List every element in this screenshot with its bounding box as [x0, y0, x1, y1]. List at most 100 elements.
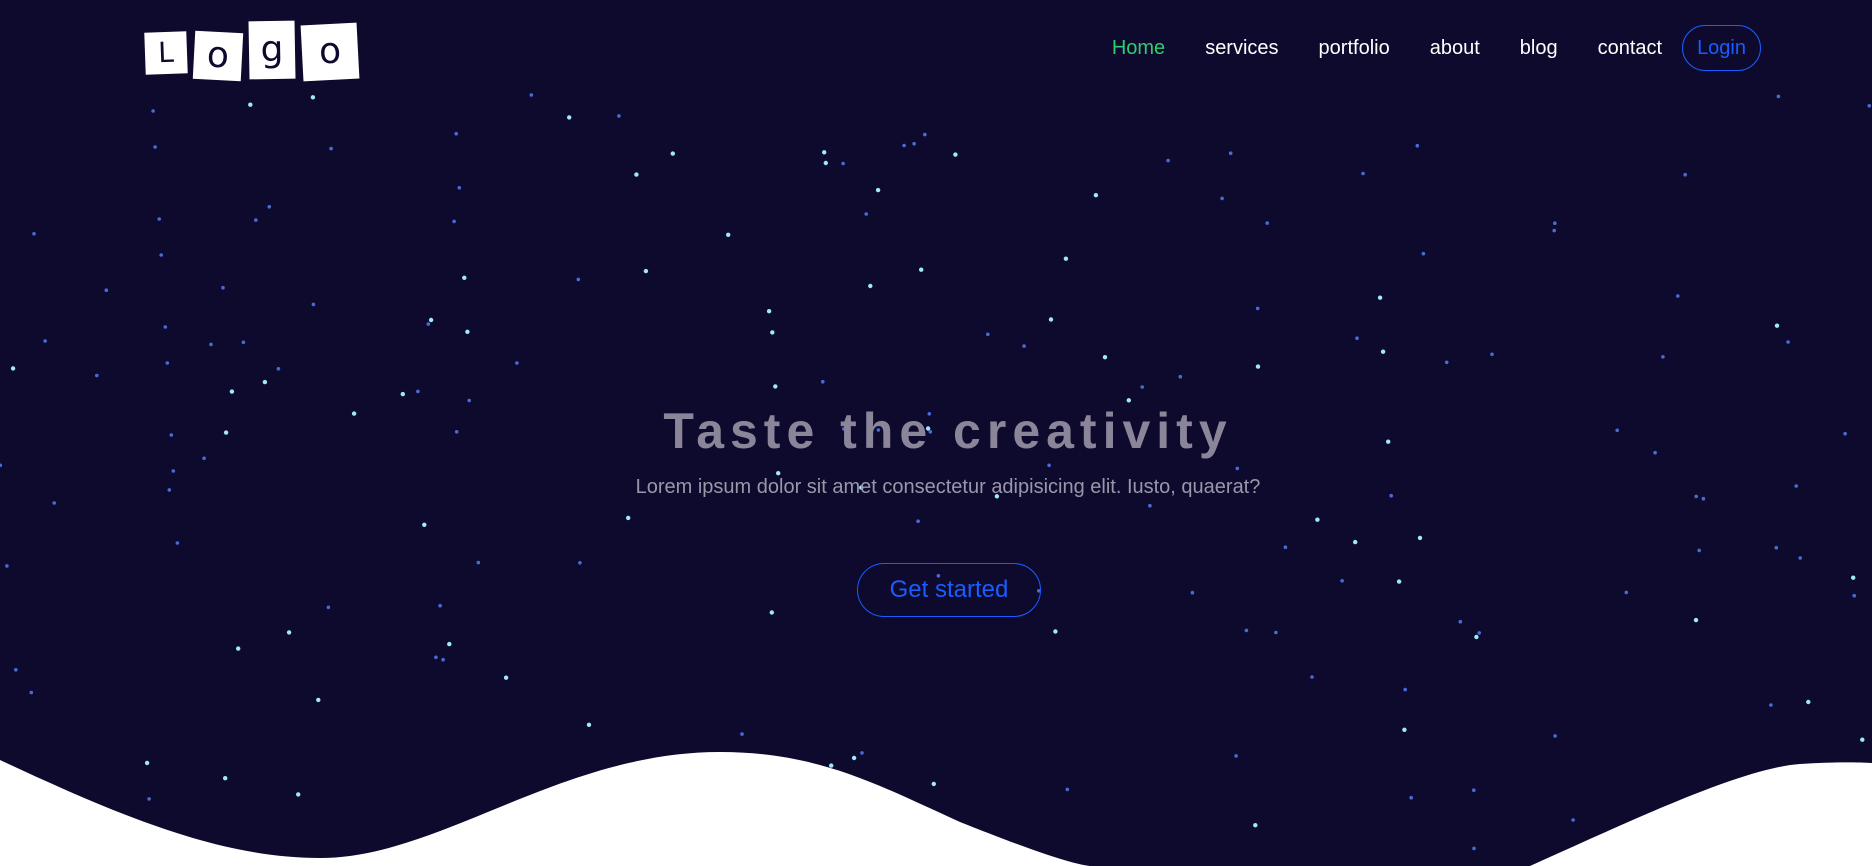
star [1477, 631, 1481, 635]
star [773, 384, 778, 389]
star [438, 603, 442, 608]
star [400, 391, 405, 397]
nav-item-about[interactable]: about [1430, 37, 1480, 60]
star [454, 131, 459, 136]
star [159, 253, 163, 257]
star [1148, 503, 1152, 508]
star [919, 267, 924, 272]
nav-item-portfolio[interactable]: portfolio [1319, 37, 1390, 60]
star [329, 146, 333, 151]
star [1697, 548, 1701, 553]
star [617, 114, 621, 118]
star [1355, 336, 1359, 341]
nav-item-blog[interactable]: blog [1520, 37, 1558, 60]
star [29, 690, 34, 695]
star [447, 641, 452, 647]
star [1490, 352, 1494, 357]
star [776, 471, 781, 476]
nav-item-home[interactable]: Home [1112, 37, 1165, 60]
star [52, 501, 56, 505]
logo-letter: o [300, 22, 360, 82]
star [262, 379, 268, 385]
star [0, 463, 3, 468]
star [1776, 94, 1781, 99]
star [1265, 221, 1269, 225]
star [465, 329, 470, 334]
star [1048, 317, 1054, 322]
star [1403, 687, 1407, 692]
star [248, 102, 253, 107]
star [503, 675, 509, 680]
star [586, 722, 592, 727]
hero-subtext: Lorem ipsum dolor sit amet consectetur a… [635, 476, 1261, 498]
star [1553, 221, 1557, 225]
logo-letter: g [248, 20, 296, 80]
star [634, 172, 639, 177]
star [1178, 374, 1183, 379]
star [567, 115, 572, 120]
star [163, 325, 168, 329]
star [1235, 466, 1240, 471]
nav-item-contact[interactable]: contact [1598, 37, 1662, 60]
star [476, 560, 481, 565]
star [229, 389, 235, 394]
star [1102, 355, 1108, 360]
star [221, 285, 225, 290]
star [286, 630, 292, 635]
star [165, 361, 170, 365]
star [576, 277, 581, 282]
star [1190, 590, 1195, 595]
star [241, 340, 246, 345]
logo[interactable]: L o g o [144, 18, 365, 82]
star [1274, 630, 1278, 635]
star [1552, 228, 1556, 233]
hero-section: L o g o Home services portfolio about bl… [0, 0, 1872, 866]
star [626, 515, 631, 521]
star [916, 519, 920, 523]
nav-item-services[interactable]: services [1205, 37, 1278, 60]
star [32, 232, 36, 236]
logo-letter: o [192, 30, 244, 82]
star [153, 145, 157, 149]
star [462, 275, 467, 280]
star [1421, 251, 1426, 256]
star [1353, 539, 1358, 545]
star [441, 657, 445, 662]
star [267, 205, 272, 209]
star [864, 212, 868, 216]
star [1624, 590, 1629, 595]
star [841, 161, 845, 166]
star [670, 151, 675, 156]
star [175, 541, 180, 545]
star [276, 367, 281, 371]
star [1380, 349, 1386, 354]
star [578, 561, 582, 565]
star [1851, 575, 1856, 580]
star [316, 697, 321, 703]
star [10, 366, 16, 371]
star [1661, 355, 1665, 359]
star [923, 132, 927, 137]
star [1166, 158, 1170, 163]
star [515, 361, 519, 365]
star [1683, 172, 1687, 177]
star [310, 95, 316, 100]
star [643, 268, 649, 274]
star [1093, 193, 1099, 198]
star [1396, 579, 1402, 584]
star [1220, 196, 1224, 201]
star [1315, 517, 1320, 522]
star [875, 187, 881, 193]
star [1228, 151, 1233, 155]
star [1774, 545, 1779, 550]
star [236, 646, 241, 651]
star [311, 302, 316, 307]
star [769, 610, 774, 615]
star [1444, 360, 1449, 365]
star [254, 218, 258, 222]
login-button[interactable]: Login [1682, 25, 1761, 71]
star [1417, 535, 1423, 541]
star [912, 141, 916, 146]
get-started-button[interactable]: Get started [857, 563, 1041, 617]
star [821, 379, 825, 384]
